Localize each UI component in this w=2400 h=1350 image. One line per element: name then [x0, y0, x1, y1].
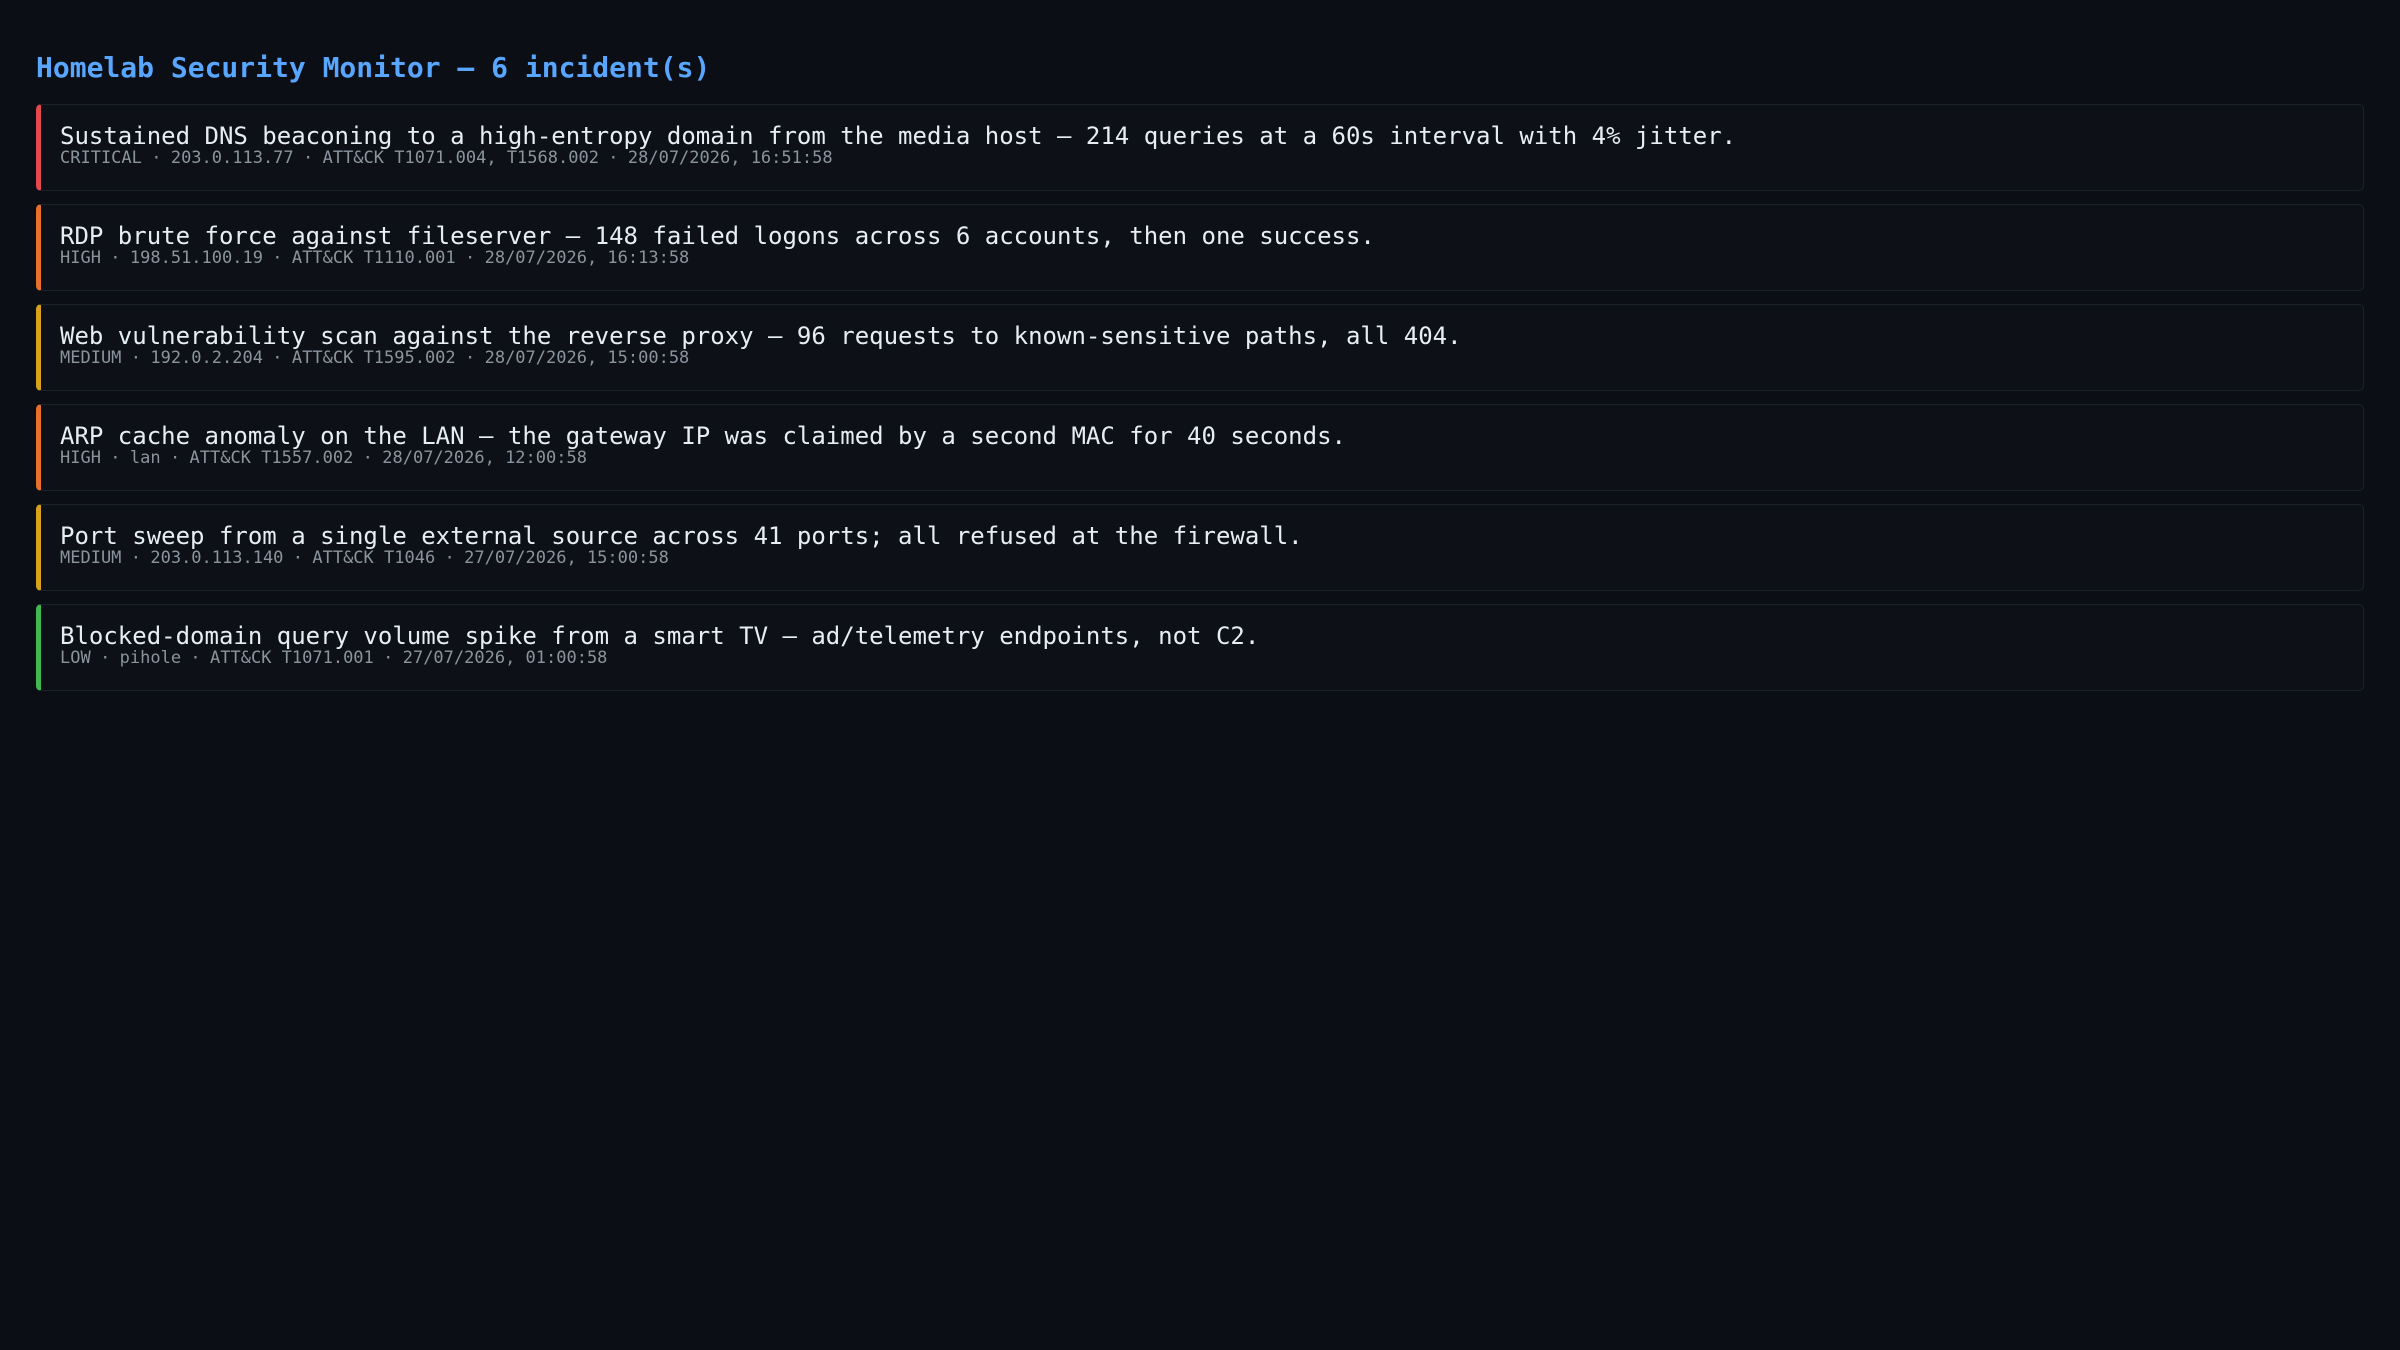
meta-separator: ·	[130, 548, 142, 568]
meta-separator: ·	[465, 348, 476, 368]
meta-separator: ·	[110, 448, 121, 468]
timestamp-label: 28/07/2026, 16:13:58	[484, 248, 690, 268]
timestamp-label: 28/07/2026, 16:51:58	[627, 148, 833, 168]
incident-summary: Blocked-domain query volume spike from a…	[60, 622, 1260, 650]
incident-summary: Web vulnerability scan against the rever…	[60, 322, 1462, 350]
attack-technique-label: ATT&CK T1071.004, T1568.002	[322, 148, 599, 168]
incident-meta: MEDIUM · 203.0.113.140 · ATT&CK T1046 · 27/07/…	[60, 548, 2363, 568]
timestamp-label: 28/07/2026, 15:00:58	[484, 348, 690, 368]
severity-label: LOW	[60, 648, 91, 668]
meta-separator: ·	[169, 448, 181, 468]
source-label: lan	[129, 448, 161, 468]
incident-meta: MEDIUM · 192.0.2.204 · ATT&CK T1595.002 · 28/0…	[60, 348, 2363, 368]
app-root: Homelab Security Monitor — 6 incident(s)…	[0, 0, 2400, 691]
meta-separator: ·	[100, 648, 111, 668]
source-label: pihole	[119, 648, 182, 668]
meta-separator: ·	[292, 548, 304, 568]
source-label: 203.0.113.77	[170, 148, 294, 168]
attack-technique-label: ATT&CK T1110.001	[291, 248, 456, 268]
meta-separator: ·	[362, 448, 373, 468]
severity-label: HIGH	[60, 248, 101, 268]
incident-meta: HIGH · lan · ATT&CK T1557.002 · 28/07/2026, 12…	[60, 448, 2363, 468]
attack-technique-label: ATT&CK T1595.002	[291, 348, 456, 368]
meta-separator: ·	[272, 348, 283, 368]
incident-summary: Sustained DNS beaconing to a high-entrop…	[60, 122, 1737, 150]
incident-meta: LOW · pihole · ATT&CK T1071.001 · 27/07/2026, …	[60, 648, 2363, 668]
severity-label: HIGH	[60, 448, 101, 468]
meta-separator: ·	[130, 348, 142, 368]
incident-meta: HIGH · 198.51.100.19 · ATT&CK T1110.001 · 28/0…	[60, 248, 2363, 268]
attack-technique-label: ATT&CK T1557.002	[189, 448, 354, 468]
incident-card[interactable]: Web vulnerability scan against the rever…	[36, 304, 2364, 391]
attack-technique-label: ATT&CK T1046	[312, 548, 436, 568]
timestamp-label: 28/07/2026, 12:00:58	[382, 448, 587, 468]
severity-label: MEDIUM	[60, 348, 122, 368]
incident-summary: ARP cache anomaly on the LAN — the gatew…	[60, 422, 1346, 450]
attack-technique-label: ATT&CK T1071.001	[210, 648, 374, 668]
meta-separator: ·	[110, 248, 121, 268]
meta-separator: ·	[608, 148, 619, 168]
incident-summary: Port sweep from a single external source…	[60, 522, 1303, 550]
meta-separator: ·	[190, 648, 201, 668]
severity-label: CRITICAL	[60, 148, 142, 168]
meta-separator: ·	[444, 548, 455, 568]
incident-summary: RDP brute force against fileserver — 148…	[60, 222, 1375, 250]
source-label: 203.0.113.140	[150, 548, 284, 568]
incident-card[interactable]: Blocked-domain query volume spike from a…	[36, 604, 2364, 691]
meta-separator: ·	[383, 648, 394, 668]
source-label: 192.0.2.204	[150, 348, 263, 368]
severity-label: MEDIUM	[60, 548, 122, 568]
incident-card[interactable]: Sustained DNS beaconing to a high-entrop…	[36, 104, 2364, 191]
incident-list: Sustained DNS beaconing to a high-entrop…	[36, 104, 2364, 691]
timestamp-label: 27/07/2026, 01:00:58	[402, 648, 608, 668]
meta-separator: ·	[465, 248, 476, 268]
incident-card[interactable]: RDP brute force against fileserver — 148…	[36, 204, 2364, 291]
timestamp-label: 27/07/2026, 15:00:58	[464, 548, 669, 568]
source-label: 198.51.100.19	[129, 248, 263, 268]
incident-card[interactable]: ARP cache anomaly on the LAN — the gatew…	[36, 404, 2364, 491]
incident-meta: CRITICAL · 203.0.113.77 · ATT&CK T1071.004, …	[60, 148, 2363, 168]
page-title: Homelab Security Monitor — 6 incident(s)	[36, 51, 711, 84]
meta-separator: ·	[151, 148, 162, 168]
incident-card[interactable]: Port sweep from a single external source…	[36, 504, 2364, 591]
meta-separator: ·	[272, 248, 283, 268]
meta-separator: ·	[303, 148, 314, 168]
